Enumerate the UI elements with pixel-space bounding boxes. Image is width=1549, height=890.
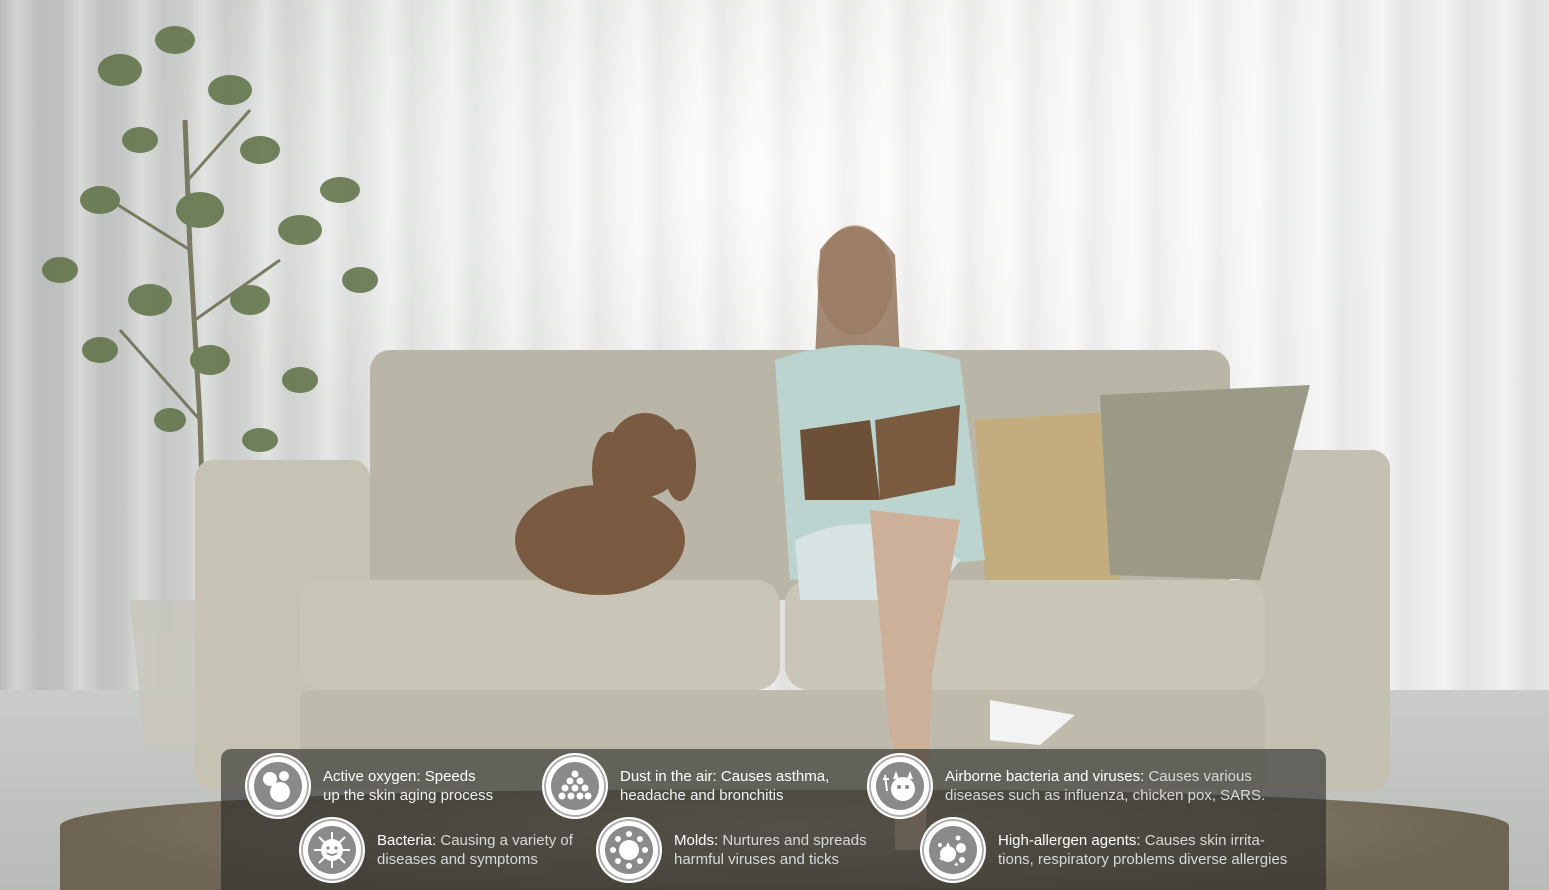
info-line2: tions, respiratory problems diverse alle… <box>998 851 1288 868</box>
info-item-text: Bacteria: Causing a variety of diseases … <box>377 831 573 869</box>
info-item-text: Airborne bacteria and viruses: Causes va… <box>945 767 1265 805</box>
info-title: Bacteria: <box>377 832 437 849</box>
info-item-text: High-allergen agents: Causes skin irrita… <box>998 831 1287 869</box>
info-item-allergen: High-allergen agents: Causes skin irrita… <box>920 817 1287 883</box>
living-room-photo: Active oxygen: Speeds up the skin aging … <box>0 0 1549 890</box>
info-title: Molds: <box>674 832 719 849</box>
info-line2: harmful viruses and ticks <box>674 851 840 868</box>
info-line2: up the skin aging process <box>323 787 494 804</box>
oxygen-bubbles-icon <box>245 753 311 819</box>
info-line2: diseases such as influenza, chicken pox,… <box>945 787 1266 804</box>
info-item-dust: Dust in the air: Causes asthma, headache… <box>542 753 829 819</box>
info-desc: Nurtures and spreads <box>718 832 867 849</box>
mold-icon <box>596 817 662 883</box>
info-desc: Causes various <box>1144 768 1252 785</box>
info-title: Dust in the air: Causes asthma, <box>620 768 830 785</box>
allergen-splash-icon <box>920 817 986 883</box>
info-item-text: Dust in the air: Causes asthma, headache… <box>620 767 829 805</box>
dust-particles-icon <box>542 753 608 819</box>
info-title: Airborne bacteria and viruses: <box>945 768 1145 785</box>
info-desc: Causing a variety of <box>436 832 573 849</box>
info-item-bacteria: Bacteria: Causing a variety of diseases … <box>299 817 573 883</box>
bacteria-sun-icon <box>299 817 365 883</box>
info-line2: headache and bronchitis <box>620 787 784 804</box>
info-item-active-oxygen: Active oxygen: Speeds up the skin aging … <box>245 753 493 819</box>
info-line2: diseases and symptoms <box>377 851 538 868</box>
info-item-molds: Molds: Nurtures and spreads harmful viru… <box>596 817 867 883</box>
info-item-text: Molds: Nurtures and spreads harmful viru… <box>674 831 867 869</box>
info-item-airborne: Airborne bacteria and viruses: Causes va… <box>867 753 1265 819</box>
virus-devil-icon <box>867 753 933 819</box>
info-desc: Causes skin irrita- <box>1140 832 1265 849</box>
info-title: High-allergen agents: <box>998 832 1141 849</box>
info-item-text: Active oxygen: Speeds up the skin aging … <box>323 767 493 805</box>
info-title: Active oxygen: Speeds <box>323 768 476 785</box>
